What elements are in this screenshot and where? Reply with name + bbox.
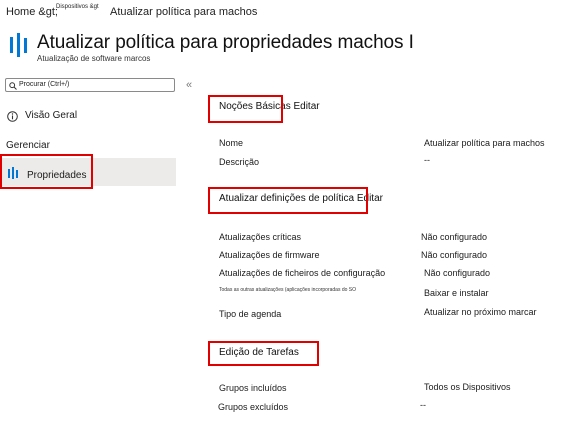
update-policy-icon <box>9 33 29 62</box>
settings-config-files-label: Atualizações de ficheiros de configuraçã… <box>219 268 386 278</box>
settings-other-label: Todas as outras atualizações (aplicações… <box>219 287 357 293</box>
tasks-included-label: Grupos incluídos <box>219 383 287 393</box>
breadcrumb-home[interactable]: Home &gt; <box>6 6 58 18</box>
settings-critical-label: Atualizações críticas <box>219 232 302 242</box>
settings-schedule-value: Atualizar no próximo marcar <box>424 307 537 317</box>
tasks-excluded-label: Grupos excluídos <box>218 402 289 412</box>
settings-critical-value: Não configurado <box>421 232 488 242</box>
basics-name-value: Atualizar política para machos <box>424 138 545 148</box>
info-icon <box>7 109 18 127</box>
highlight-properties <box>0 154 93 189</box>
breadcrumb-current: Atualizar política para machos <box>110 6 258 18</box>
search-input[interactable]: Procurar (Ctrl+/) <box>5 78 175 92</box>
settings-firmware-label: Atualizações de firmware <box>219 250 320 260</box>
page-title: Atualizar política para propriedades mac… <box>37 32 414 53</box>
search-placeholder: Procurar (Ctrl+/) <box>19 81 70 88</box>
settings-other-value: Baixar e instalar <box>424 288 489 298</box>
basics-description-value: -- <box>424 155 430 165</box>
basics-description-label: Descrição <box>219 157 260 167</box>
settings-firmware-value: Não configurado <box>421 250 488 260</box>
page-subtitle: Atualização de software marcos <box>37 54 151 63</box>
settings-schedule-label: Tipo de agenda <box>219 309 282 319</box>
highlight-tasks <box>208 341 319 366</box>
sidebar-item-overview[interactable]: Visão Geral <box>25 110 77 121</box>
tasks-included-value: Todos os Dispositivos <box>424 382 511 392</box>
highlight-settings <box>208 187 368 214</box>
basics-name-label: Nome <box>219 138 244 148</box>
search-icon <box>9 82 17 90</box>
sidebar-group-manage: Gerenciar <box>6 140 50 151</box>
tasks-excluded-value: -- <box>420 400 426 410</box>
collapse-sidebar-icon[interactable]: « <box>186 79 192 91</box>
breadcrumb-devices[interactable]: Dispositivos &gt <box>56 4 99 10</box>
highlight-basics <box>208 95 283 123</box>
settings-config-files-value: Não configurado <box>424 268 491 278</box>
